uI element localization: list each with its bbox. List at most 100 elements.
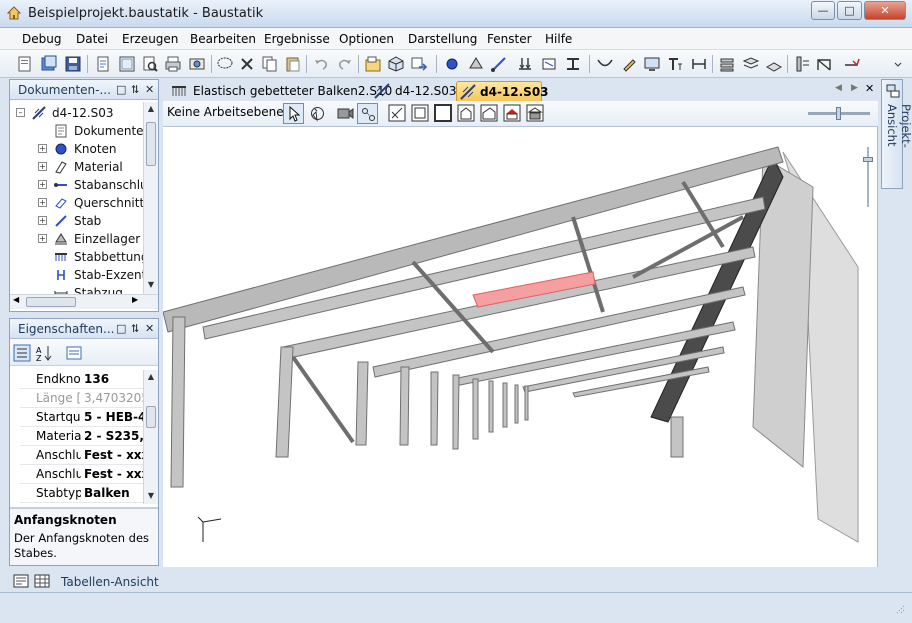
scroll-up-icon[interactable]: ▲ bbox=[144, 102, 158, 116]
layers-icon[interactable] bbox=[718, 55, 736, 73]
tree-item-einzellager[interactable]: + Einzellager bbox=[10, 230, 150, 248]
tree-item-dokument[interactable]: Dokumentei bbox=[10, 122, 150, 140]
tab-elastisch-gebetteter-balken[interactable]: Elastisch gebetteter Balken2.S10 bbox=[167, 81, 392, 101]
node-icon[interactable] bbox=[443, 55, 461, 73]
close-button[interactable]: ✕ bbox=[864, 1, 906, 20]
scroll-down-icon[interactable]: ▼ bbox=[144, 278, 158, 292]
tree-item-stabanschluss[interactable]: + Stabanschlus bbox=[10, 176, 150, 194]
view-iso-button[interactable] bbox=[388, 104, 406, 122]
save-icon[interactable] bbox=[64, 55, 82, 73]
export-icon[interactable] bbox=[410, 55, 428, 73]
slider-thumb[interactable] bbox=[863, 157, 873, 162]
collapse-toggle[interactable]: – bbox=[16, 108, 25, 117]
property-row[interactable]: Anschlu Fest - xxxxx bbox=[20, 446, 152, 465]
pencil-icon[interactable] bbox=[620, 55, 638, 73]
properties-icon[interactable] bbox=[364, 55, 382, 73]
menu-ergebnisse[interactable]: Ergebnisse bbox=[264, 32, 330, 46]
view-perspective-button[interactable] bbox=[503, 104, 521, 122]
expand-toggle[interactable]: + bbox=[38, 216, 47, 225]
tab-scroll-left-icon[interactable]: ◀ bbox=[835, 83, 842, 93]
sort-alphabetical-icon[interactable]: AZ bbox=[35, 344, 53, 362]
dimension-icon[interactable] bbox=[690, 55, 708, 73]
expand-toggle[interactable]: + bbox=[38, 144, 47, 153]
monitor-icon[interactable] bbox=[643, 55, 661, 73]
table-icon[interactable] bbox=[34, 573, 50, 589]
load-case-icon[interactable] bbox=[540, 55, 558, 73]
project-view-sidebar[interactable]: Projekt-Ansicht bbox=[881, 79, 912, 189]
property-row[interactable]: Stabtyp Balken bbox=[20, 484, 152, 503]
menu-erzeugen[interactable]: Erzeugen bbox=[122, 32, 178, 46]
deflection-icon[interactable] bbox=[596, 55, 614, 73]
viewport-vertical-slider[interactable] bbox=[863, 147, 873, 207]
tree-root[interactable]: – d4-12.S03 bbox=[10, 104, 150, 122]
property-row[interactable]: Endkno 136 bbox=[20, 370, 152, 389]
view-back-button[interactable] bbox=[480, 104, 498, 122]
redo-icon[interactable] bbox=[336, 55, 354, 73]
close-panel-icon[interactable]: ✕ bbox=[145, 83, 154, 96]
close-panel-icon[interactable]: ✕ bbox=[145, 322, 154, 335]
tree-item-knoten[interactable]: + Knoten bbox=[10, 140, 150, 158]
expand-toggle[interactable]: + bbox=[38, 162, 47, 171]
undo-icon[interactable] bbox=[312, 55, 330, 73]
beam-tool-icon[interactable] bbox=[490, 55, 508, 73]
section-icon[interactable] bbox=[564, 55, 582, 73]
plate-icon[interactable] bbox=[765, 55, 783, 73]
property-row[interactable]: Länge [ 3,470320590 bbox=[20, 389, 152, 408]
expand-toggle[interactable]: + bbox=[38, 234, 47, 243]
camera-button[interactable] bbox=[335, 103, 356, 124]
maximize-button[interactable]: □ bbox=[837, 1, 862, 20]
copy-icon[interactable] bbox=[261, 55, 279, 73]
select-pointer-button[interactable] bbox=[283, 103, 304, 124]
property-pages-icon[interactable] bbox=[65, 344, 83, 362]
menu-fenster[interactable]: Fenster bbox=[487, 32, 532, 46]
tree-item-material[interactable]: + Material bbox=[10, 158, 150, 176]
multi-select-button[interactable] bbox=[357, 103, 378, 124]
menu-datei[interactable]: Datei bbox=[76, 32, 108, 46]
stack-icon[interactable] bbox=[742, 55, 760, 73]
resize-grip-icon[interactable] bbox=[892, 602, 906, 616]
pin-panel-icon[interactable]: ⮁ bbox=[130, 322, 139, 336]
categorized-icon[interactable] bbox=[13, 344, 31, 362]
page-preview-icon[interactable] bbox=[118, 55, 136, 73]
delete-icon[interactable] bbox=[238, 55, 256, 73]
property-row[interactable]: Startque 5 - HEB-400 bbox=[20, 408, 152, 427]
lasso-icon[interactable] bbox=[216, 55, 234, 73]
screenshot-icon[interactable] bbox=[188, 55, 206, 73]
tab-d4-12-s03[interactable]: d4-12.S03 bbox=[372, 81, 457, 101]
menu-optionen[interactable]: Optionen bbox=[339, 32, 394, 46]
workplane-dropdown[interactable]: Keine Arbeitsebene ▼ bbox=[167, 105, 296, 123]
tree-item-querschnitt[interactable]: + Querschnitt bbox=[10, 194, 150, 212]
paste-icon[interactable] bbox=[284, 55, 302, 73]
check-icon[interactable] bbox=[843, 55, 861, 73]
scroll-thumb[interactable] bbox=[146, 122, 156, 166]
minimize-button[interactable]: — bbox=[811, 1, 835, 20]
menu-hilfe[interactable]: Hilfe bbox=[545, 32, 572, 46]
properties-vertical-scrollbar[interactable]: ▲ ▼ bbox=[143, 370, 158, 504]
tree-item-stab[interactable]: + Stab bbox=[10, 212, 150, 230]
scroll-thumb[interactable] bbox=[26, 297, 76, 307]
property-row[interactable]: Anschlu Fest - xxxxx bbox=[20, 465, 152, 484]
tab-tabellen-ansicht[interactable]: Tabellen-Ansicht bbox=[61, 575, 159, 589]
menu-debug[interactable]: Debug bbox=[22, 32, 61, 46]
column-icon[interactable] bbox=[793, 55, 811, 73]
load-icon[interactable] bbox=[516, 55, 534, 73]
expand-toggle[interactable]: + bbox=[38, 198, 47, 207]
tab-scroll-right-icon[interactable]: ▶ bbox=[851, 83, 858, 93]
tree-item-stabzug[interactable]: Stabzug bbox=[10, 284, 150, 294]
page-icon[interactable] bbox=[94, 55, 112, 73]
pin-panel-icon[interactable]: ⮁ bbox=[130, 83, 139, 97]
zoom-slider-thumb[interactable] bbox=[836, 107, 841, 120]
property-row[interactable]: Materia 2 - S235,t<= bbox=[20, 427, 152, 446]
close-tab-icon[interactable]: ✕ bbox=[865, 82, 874, 95]
documents-horizontal-scrollbar[interactable]: ◀ ▶ bbox=[10, 294, 158, 309]
print-icon[interactable] bbox=[164, 55, 182, 73]
scroll-down-icon[interactable]: ▼ bbox=[144, 489, 158, 503]
documents-vertical-scrollbar[interactable]: ▲ ▼ bbox=[143, 102, 158, 294]
toolbar-overflow-icon[interactable] bbox=[889, 55, 903, 73]
new-document-icon[interactable] bbox=[16, 55, 34, 73]
view-top-button[interactable] bbox=[457, 104, 475, 122]
scroll-thumb[interactable] bbox=[146, 406, 156, 428]
scroll-right-icon[interactable]: ▶ bbox=[132, 295, 138, 304]
tab-d4-12-s03-active[interactable]: d4-12.S03 bbox=[456, 81, 549, 101]
scroll-left-icon[interactable]: ◀ bbox=[13, 295, 19, 304]
